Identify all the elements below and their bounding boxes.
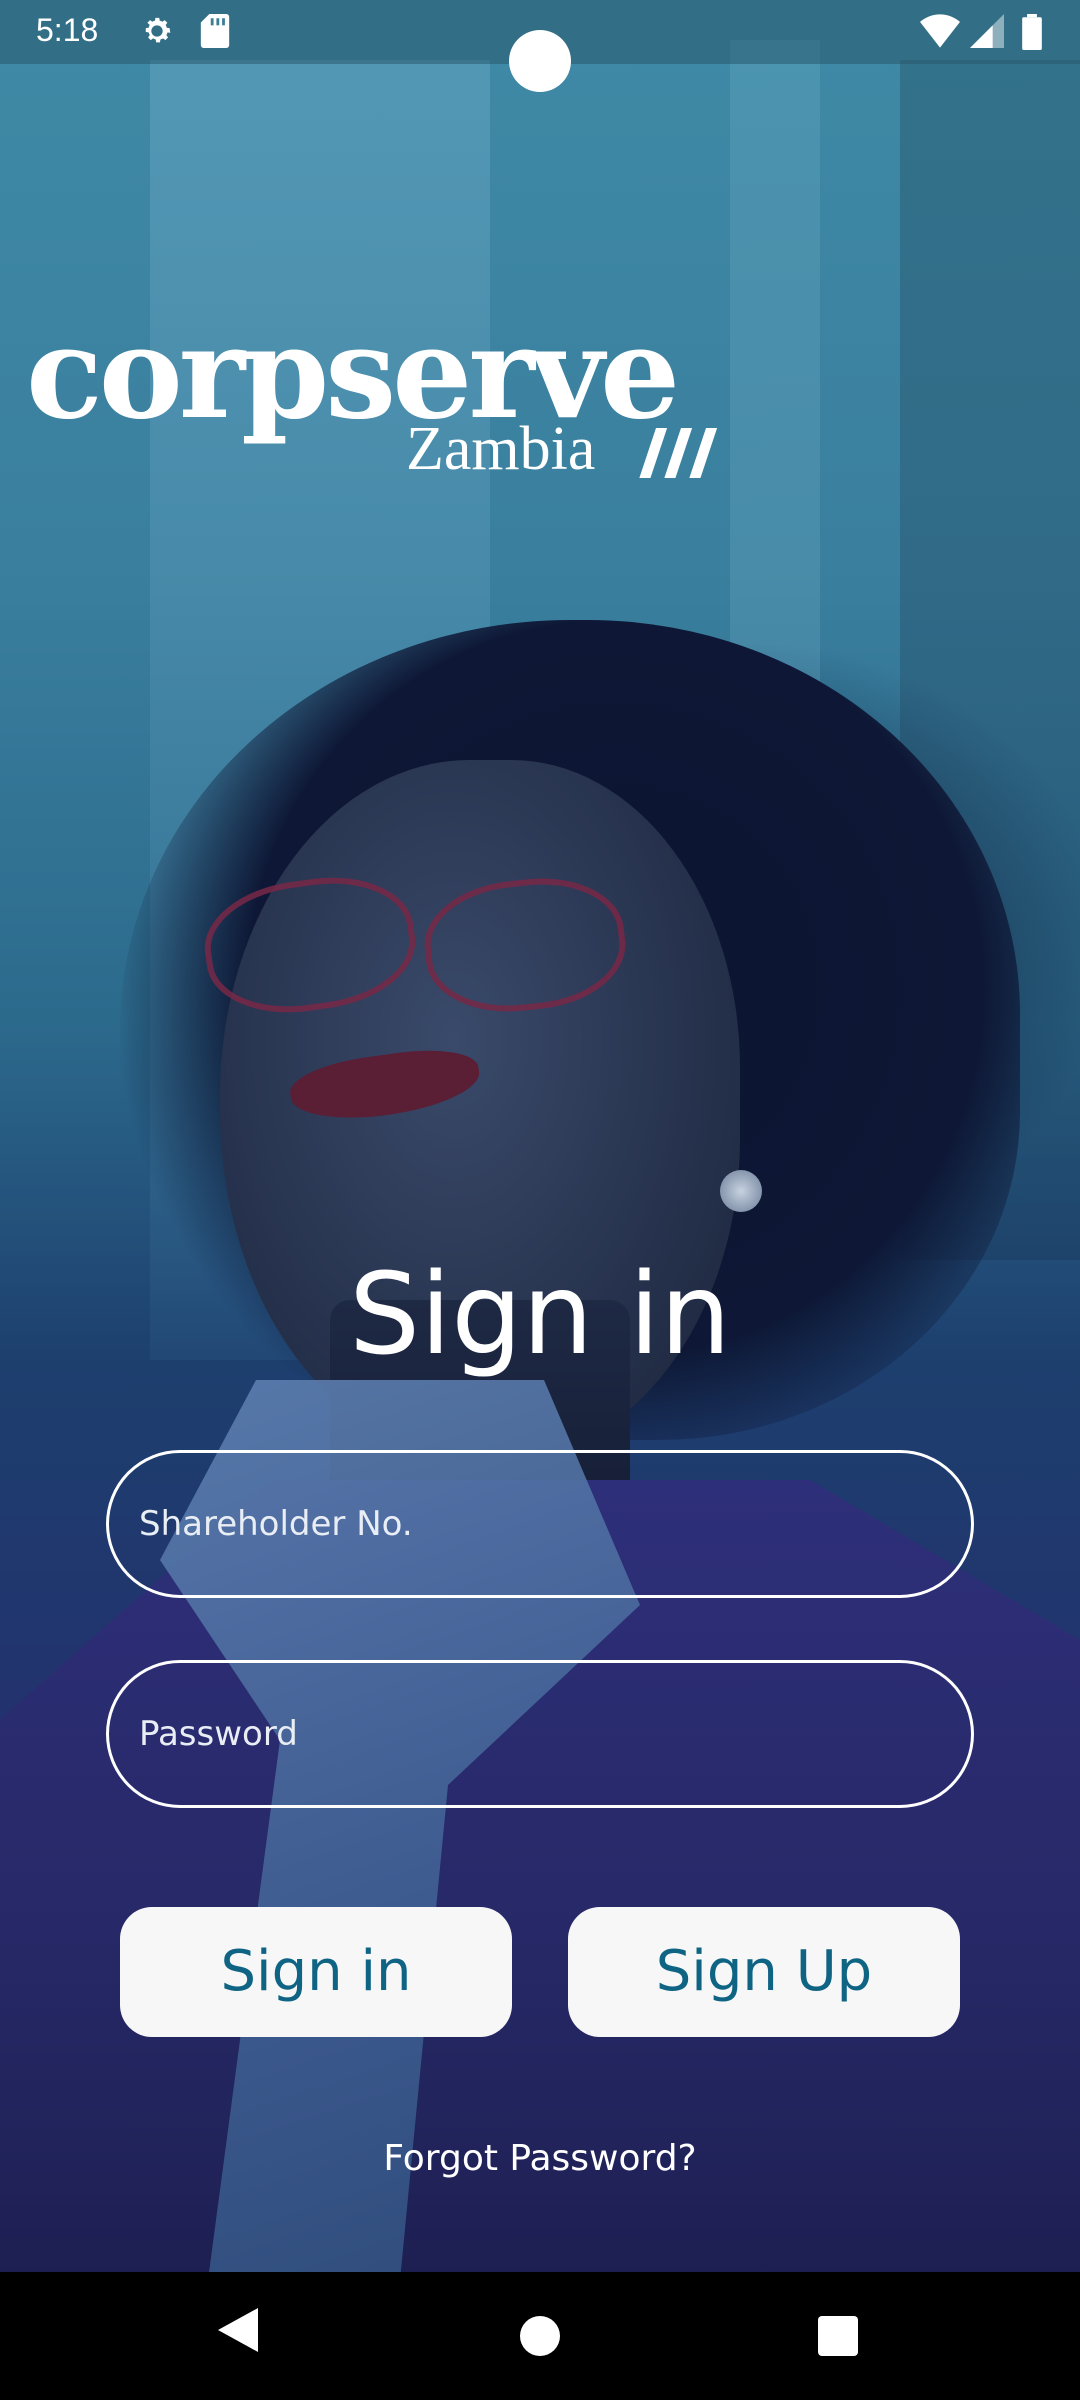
page-title: Sign in — [349, 1250, 731, 1380]
forgot-password-link[interactable]: Forgot Password? — [0, 2138, 1080, 2179]
back-icon[interactable] — [218, 2308, 258, 2352]
camera-cutout — [509, 30, 571, 92]
battery-icon — [1022, 14, 1042, 50]
signal-icon — [970, 14, 1004, 48]
system-navigation-bar — [0, 2272, 1080, 2400]
sign-up-button[interactable]: Sign Up — [568, 1907, 960, 2037]
login-screen: 5:18 corpserve Zambia Sign in Shareholde… — [0, 0, 1080, 2272]
logo-country: Zambia — [406, 415, 596, 483]
sign-in-button[interactable]: Sign in — [120, 1907, 512, 2037]
logo-stripes-icon — [639, 428, 718, 478]
shareholder-number-field[interactable] — [106, 1450, 974, 1598]
shareholder-number-input[interactable] — [139, 1453, 939, 1595]
sd-card-icon — [200, 14, 230, 48]
wifi-icon — [920, 14, 960, 48]
password-field[interactable] — [106, 1660, 974, 1808]
gear-icon — [145, 17, 171, 43]
background-photo-earring — [720, 1170, 762, 1212]
status-time: 5:18 — [36, 12, 99, 48]
home-icon[interactable] — [520, 2316, 560, 2356]
password-input[interactable] — [139, 1663, 939, 1805]
corpserve-logo: corpserve Zambia — [26, 310, 726, 490]
recents-icon[interactable] — [818, 2316, 858, 2356]
